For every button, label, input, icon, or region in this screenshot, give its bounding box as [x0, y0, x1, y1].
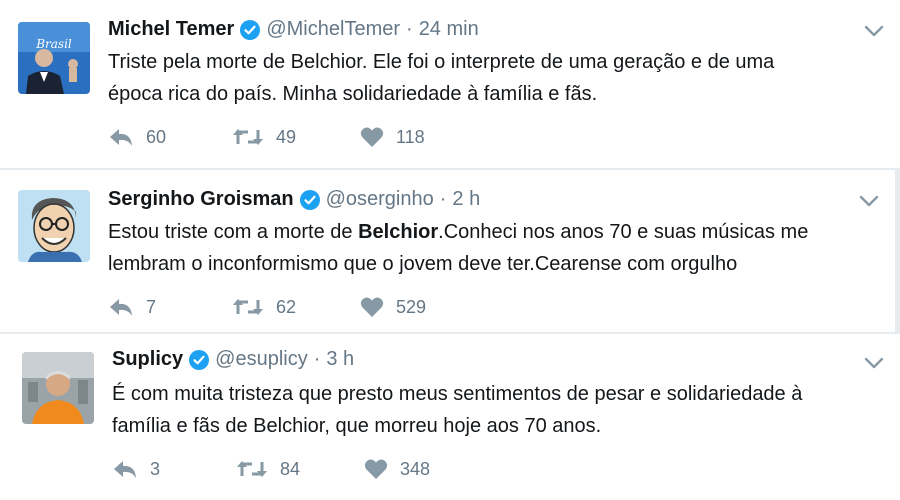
- retweet-icon: [233, 299, 263, 315]
- author-handle[interactable]: @esuplicy: [215, 348, 308, 371]
- like-count: 118: [396, 126, 425, 147]
- retweet-button[interactable]: 49: [232, 126, 360, 148]
- tweet-michel-temer[interactable]: Brasil Michel Temer @MichelTemer · 24 mi…: [0, 0, 900, 168]
- retweet-button[interactable]: 62: [232, 296, 360, 318]
- reply-icon: [114, 461, 136, 478]
- like-count: 529: [396, 296, 427, 317]
- tweet-text-line: Triste pela morte de Belchior. Ele foi o…: [108, 51, 775, 73]
- reply-icon: [110, 129, 132, 146]
- separator: ·: [406, 18, 413, 40]
- tweet-suplicy[interactable]: Suplicy @esuplicy · 3 h É com muita tris…: [0, 334, 900, 500]
- bold-text-segment: Belchior: [358, 221, 439, 243]
- timestamp[interactable]: 2 h: [452, 188, 480, 211]
- author-handle[interactable]: @oserginho: [326, 188, 434, 211]
- serginho-caricature-avatar-icon: [18, 190, 90, 262]
- heart-icon: [360, 297, 384, 317]
- suplicy-avatar-icon: [22, 352, 94, 424]
- reply-count: 60: [146, 126, 167, 147]
- author-handle[interactable]: @MichelTemer: [266, 18, 400, 41]
- author-name[interactable]: Suplicy: [112, 348, 183, 371]
- heart-icon: [364, 459, 388, 479]
- author-name[interactable]: Serginho Groisman: [108, 188, 294, 211]
- reply-button[interactable]: 60: [108, 127, 232, 148]
- like-button[interactable]: 529: [360, 296, 426, 318]
- retweet-icon: [233, 129, 263, 145]
- chevron-down-icon[interactable]: [859, 194, 879, 208]
- separator: ·: [439, 188, 447, 210]
- retweet-button[interactable]: 84: [236, 458, 364, 480]
- reply-count: 3: [150, 458, 161, 479]
- tweet-text: Estou triste com a morte de Belchior.Con…: [108, 216, 808, 280]
- heart-icon: [360, 127, 384, 147]
- timestamp[interactable]: 3 h: [326, 348, 354, 371]
- tweet-serginho-groisman[interactable]: Serginho Groisman @oserginho · 2 h Estou…: [0, 170, 895, 332]
- text-segment: Estou triste com a morte de: [108, 221, 359, 243]
- tweet-text-line: família e fãs de Belchior, que morreu ho…: [112, 415, 602, 437]
- chevron-down-icon[interactable]: [864, 24, 884, 38]
- chevron-down-icon[interactable]: [864, 356, 884, 370]
- retweet-count: 84: [280, 458, 301, 479]
- reply-count: 7: [146, 296, 157, 317]
- reply-button[interactable]: 3: [112, 459, 236, 480]
- avatar[interactable]: [22, 352, 94, 424]
- svg-text:Brasil: Brasil: [35, 37, 72, 51]
- retweet-count: 49: [276, 126, 297, 147]
- tweet-text-line: época rica do país. Minha solidariedade …: [108, 83, 598, 105]
- reply-button[interactable]: 7: [108, 297, 232, 318]
- like-button[interactable]: 118: [360, 126, 425, 148]
- tweet-text-line: lembram o inconformismo que o jovem deve…: [108, 253, 738, 275]
- verified-badge-icon: [189, 349, 210, 370]
- tweet-actions: 60 49 118: [108, 126, 425, 148]
- avatar[interactable]: [18, 190, 90, 262]
- verified-badge-icon: [240, 19, 261, 40]
- timestamp[interactable]: 24 min: [419, 18, 479, 41]
- temer-avatar-icon: Brasil: [18, 22, 90, 94]
- verified-badge-icon: [299, 189, 320, 210]
- tweet-text: Triste pela morte de Belchior. Ele foi o…: [108, 46, 774, 110]
- like-count: 348: [400, 458, 431, 479]
- like-button[interactable]: 348: [364, 458, 430, 480]
- avatar[interactable]: Brasil: [18, 22, 90, 94]
- tweet-text: É com muita tristeza que presto meus sen…: [112, 378, 802, 442]
- retweet-count: 62: [276, 296, 297, 317]
- separator: ·: [313, 348, 321, 370]
- retweet-icon: [237, 461, 267, 477]
- text-segment: .Conheci nos anos 70 e suas músicas me: [438, 221, 809, 243]
- author-name[interactable]: Michel Temer: [108, 18, 234, 41]
- tweet-text-line: Estou triste com a morte de Belchior.Con…: [108, 216, 808, 248]
- reply-icon: [110, 299, 132, 316]
- tweet-text-line: É com muita tristeza que presto meus sen…: [112, 383, 803, 405]
- tweet-actions: 7 62 529: [108, 296, 426, 318]
- tweet-actions: 3 84 348: [112, 458, 430, 480]
